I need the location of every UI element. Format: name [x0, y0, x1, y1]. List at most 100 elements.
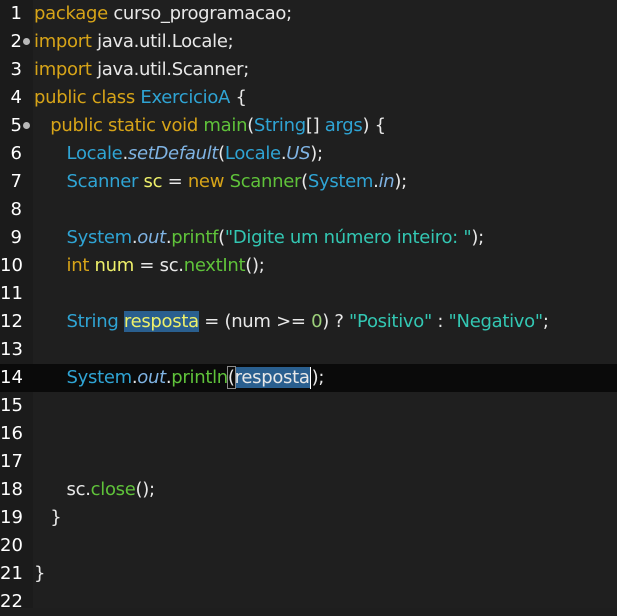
code-line[interactable]: 19 }	[0, 504, 617, 532]
line-number: 13	[0, 339, 23, 360]
code-line[interactable]: 8	[0, 196, 617, 224]
code-token: in	[378, 171, 395, 192]
code-text[interactable]: int num = sc.nextInt();	[34, 254, 265, 278]
code-line[interactable]: 9 System.out.printf("Digite um número in…	[0, 224, 617, 252]
code-token: );	[394, 171, 407, 192]
line-number: 18	[0, 479, 23, 500]
code-token: ();	[135, 479, 156, 500]
code-line[interactable]: 1 package curso_programacao;	[0, 0, 617, 28]
code-line[interactable]: 6 Locale.setDefault(Locale.US);	[0, 140, 617, 168]
code-text[interactable]: import java.util.Scanner;	[34, 58, 249, 82]
code-token: package	[34, 3, 114, 24]
line-number: 11	[0, 283, 23, 304]
code-token: new	[187, 171, 230, 192]
code-line[interactable]: 13	[0, 336, 617, 364]
line-number: 17	[0, 451, 23, 472]
code-token: out	[137, 367, 166, 388]
code-token: ();	[245, 255, 265, 276]
code-text[interactable]: public class ExercicioA {	[34, 86, 247, 110]
code-token: []	[305, 115, 325, 136]
line-number: 14	[0, 367, 23, 388]
code-token: ) {	[362, 115, 386, 136]
code-token: import	[34, 59, 98, 80]
code-text[interactable]: Scanner sc = new Scanner(System.in);	[34, 170, 408, 194]
code-line[interactable]: 15	[0, 392, 617, 420]
line-number: 1	[10, 3, 22, 24]
code-token: java.util.Locale;	[97, 31, 234, 52]
fold-marker-icon[interactable]	[23, 122, 30, 129]
code-token: num	[94, 255, 135, 276]
line-number: 15	[0, 395, 23, 416]
code-text[interactable]: public static void main(String[] args) {	[34, 114, 386, 138]
code-token: out	[137, 227, 166, 248]
code-token: import	[34, 31, 98, 52]
code-token: main	[203, 115, 248, 136]
code-text[interactable]: }	[34, 506, 61, 530]
code-token: sc.	[66, 479, 91, 500]
line-number: 22	[0, 591, 23, 612]
line-number: 10	[0, 255, 23, 276]
code-line[interactable]: 16	[0, 420, 617, 448]
code-editor[interactable]: 1 package curso_programacao; 2 import java.…	[0, 0, 617, 612]
code-text[interactable]: }	[34, 562, 45, 586]
code-token: (	[218, 143, 225, 164]
code-token: resposta	[123, 311, 199, 332]
code-token: 0	[311, 311, 323, 332]
code-token: Locale	[66, 143, 123, 164]
code-line[interactable]: 11	[0, 280, 617, 308]
code-token: System	[66, 227, 133, 248]
code-token: sc	[143, 171, 163, 192]
code-token: ) ?	[322, 311, 350, 332]
code-line[interactable]: 10 int num = sc.nextInt();	[0, 252, 617, 280]
code-token: resposta	[234, 367, 310, 388]
code-line[interactable]: 21}	[0, 560, 617, 588]
fold-marker-icon[interactable]	[23, 38, 30, 45]
code-line[interactable]: 22	[0, 588, 617, 616]
code-token: Scanner	[229, 171, 302, 192]
code-token: );	[310, 143, 323, 164]
line-number: 9	[10, 227, 22, 248]
line-number: 6	[10, 143, 22, 164]
code-text[interactable]: System.out.printf("Digite um número inte…	[34, 226, 485, 250]
line-number: 21	[0, 563, 23, 584]
code-text[interactable]: String resposta = (num >= 0) ? "Positivo…	[34, 310, 549, 334]
code-text[interactable]: System.out.println(resposta);	[34, 366, 324, 390]
code-token: US	[286, 143, 311, 164]
code-token: println	[171, 367, 228, 388]
code-line[interactable]: 18 sc.close();	[0, 476, 617, 504]
line-number: 5	[10, 115, 22, 136]
code-token: close	[90, 479, 136, 500]
code-token: =	[133, 255, 160, 276]
code-text[interactable]: import java.util.Locale;	[34, 30, 234, 54]
code-line[interactable]: 12 String resposta = (num >= 0) ? "Posit…	[0, 308, 617, 336]
code-token: ;	[542, 311, 549, 332]
code-line[interactable]: 2 import java.util.Locale;	[0, 28, 617, 56]
code-token: java.util.Scanner;	[97, 59, 249, 80]
code-text[interactable]: sc.close();	[34, 478, 156, 502]
code-line-current[interactable]: 14 System.out.println(resposta);	[0, 364, 617, 392]
code-line[interactable]: 20	[0, 532, 617, 560]
code-token: }	[34, 563, 46, 584]
code-line[interactable]: 17	[0, 448, 617, 476]
code-token: );	[311, 367, 325, 388]
line-number: 7	[10, 171, 22, 192]
code-line[interactable]: 5 public static void main(String[] args)…	[0, 112, 617, 140]
code-token: String	[66, 311, 124, 332]
code-line[interactable]: 4 public class ExercicioA {	[0, 84, 617, 112]
code-line[interactable]: 7 Scanner sc = new Scanner(System.in);	[0, 168, 617, 196]
code-text[interactable]: Locale.setDefault(Locale.US);	[34, 142, 324, 166]
code-token: String	[253, 115, 306, 136]
code-token: Scanner	[66, 171, 144, 192]
code-token: curso_programacao;	[113, 3, 292, 24]
code-token: (	[247, 115, 254, 136]
code-line[interactable]: 3 import java.util.Scanner;	[0, 56, 617, 84]
code-token: =	[162, 171, 188, 192]
line-number: 2	[10, 31, 22, 52]
code-text[interactable]: package curso_programacao;	[34, 2, 292, 26]
code-token: int	[66, 255, 95, 276]
